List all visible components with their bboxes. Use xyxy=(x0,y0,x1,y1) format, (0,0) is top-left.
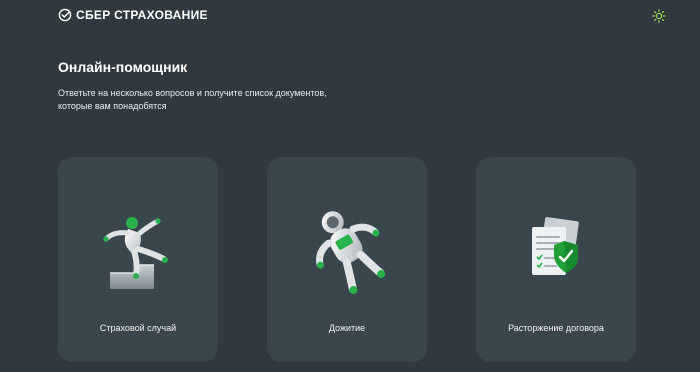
card-contract-termination[interactable]: Расторжение договора xyxy=(476,157,636,362)
card-label: Страховой случай xyxy=(99,323,177,333)
card-survival[interactable]: Дожитие xyxy=(267,157,427,362)
sber-logo-icon xyxy=(58,8,72,22)
documents-shield-icon xyxy=(532,217,579,275)
falling-figure-icon xyxy=(103,217,168,289)
page: СБЕР СТРАХОВАНИЕ Онлайн-помощник Ответьт… xyxy=(0,0,700,372)
header: СБЕР СТРАХОВАНИЕ xyxy=(0,0,700,32)
card-label: Расторжение договора xyxy=(508,323,604,333)
card-insured-event[interactable]: Страховой случай xyxy=(58,157,218,362)
brand-name: СБЕР СТРАХОВАНИЕ xyxy=(76,8,208,22)
astronaut-icon xyxy=(316,211,386,295)
sun-icon[interactable] xyxy=(652,9,666,23)
brand-logo[interactable]: СБЕР СТРАХОВАНИЕ xyxy=(58,8,208,22)
card-label: Дожитие xyxy=(328,323,366,333)
page-description: Ответьте на несколько вопросов и получит… xyxy=(58,88,327,111)
page-title: Онлайн-помощник xyxy=(58,59,188,75)
